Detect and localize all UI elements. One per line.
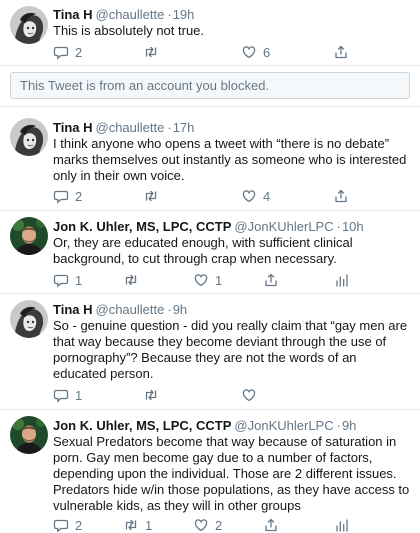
- share-icon: [263, 272, 279, 288]
- action-bar: 2 4: [53, 188, 353, 204]
- author-handle[interactable]: @chaullette: [96, 7, 165, 22]
- reply-count: 2: [75, 188, 83, 204]
- author-handle[interactable]: @JonKUhlerLPC: [234, 219, 333, 234]
- tweet-text: I think anyone who opens a tweet with “t…: [53, 136, 407, 183]
- like-icon: [193, 517, 209, 533]
- meta-separator: ·: [167, 7, 172, 22]
- divider: [0, 106, 420, 107]
- action-bar: 1 1: [53, 272, 353, 288]
- reply-count: 2: [75, 517, 83, 533]
- reply-icon: [53, 272, 69, 288]
- like-count: 2: [215, 517, 223, 533]
- like-icon: [241, 387, 257, 403]
- tweet-header: Jon K. Uhler, MS, LPC, CCTP @JonKUhlerLPC…: [53, 219, 364, 234]
- author-name[interactable]: Tina H: [53, 7, 93, 22]
- like-icon: [241, 188, 257, 204]
- share-button[interactable]: [263, 272, 279, 288]
- analytics-icon: [334, 517, 350, 533]
- reply-icon: [53, 188, 69, 204]
- meta-separator: ·: [167, 120, 172, 135]
- reply-button[interactable]: 1: [53, 272, 82, 288]
- blocked-tweet-notice[interactable]: This Tweet is from an account you blocke…: [10, 72, 410, 99]
- like-button[interactable]: 1: [193, 272, 222, 288]
- like-button[interactable]: [241, 387, 263, 403]
- retweet-icon: [143, 387, 159, 403]
- reply-count: 1: [75, 387, 83, 403]
- like-count: 1: [215, 272, 223, 288]
- retweet-button[interactable]: [123, 272, 145, 288]
- retweet-count: 1: [145, 517, 153, 533]
- author-handle[interactable]: @chaullette: [96, 302, 165, 317]
- divider: [0, 293, 420, 294]
- reply-icon: [53, 44, 69, 60]
- retweet-icon: [143, 188, 159, 204]
- avatar[interactable]: [10, 217, 48, 255]
- tweet-text: So - genuine question - did you really c…: [53, 318, 408, 381]
- divider: [0, 409, 420, 410]
- retweet-button[interactable]: [143, 188, 165, 204]
- share-button[interactable]: [333, 44, 349, 60]
- action-bar: 2 6: [53, 44, 353, 60]
- timestamp[interactable]: 17h: [173, 120, 195, 135]
- author-name[interactable]: Tina H: [53, 120, 93, 135]
- meta-separator: ·: [336, 418, 341, 433]
- like-button[interactable]: 4: [241, 188, 270, 204]
- avatar[interactable]: [10, 118, 48, 156]
- reply-icon: [53, 517, 69, 533]
- author-handle[interactable]: @chaullette: [96, 120, 165, 135]
- reply-icon: [53, 387, 69, 403]
- retweet-icon: [143, 44, 159, 60]
- retweet-icon: [123, 517, 139, 533]
- tweet-text: Sexual Predators become that way because…: [53, 434, 410, 513]
- meta-separator: ·: [336, 219, 341, 234]
- action-bar: 2 1 2: [53, 517, 353, 533]
- reply-button[interactable]: 2: [53, 517, 82, 533]
- reply-count: 1: [75, 272, 83, 288]
- tweet-header: Jon K. Uhler, MS, LPC, CCTP @JonKUhlerLPC…: [53, 418, 356, 433]
- reply-count: 2: [75, 44, 83, 60]
- author-name[interactable]: Jon K. Uhler, MS, LPC, CCTP: [53, 418, 231, 433]
- retweet-button[interactable]: [143, 387, 165, 403]
- share-button[interactable]: [263, 517, 279, 533]
- like-button[interactable]: 2: [193, 517, 222, 533]
- like-button[interactable]: 6: [241, 44, 270, 60]
- author-handle[interactable]: @JonKUhlerLPC: [234, 418, 333, 433]
- analytics-icon: [334, 272, 350, 288]
- reply-button[interactable]: 2: [53, 188, 82, 204]
- share-icon: [333, 188, 349, 204]
- tweet-header: Tina H @chaullette ·19h: [53, 7, 194, 22]
- like-icon: [241, 44, 257, 60]
- retweet-button[interactable]: 1: [123, 517, 152, 533]
- timestamp[interactable]: 19h: [173, 7, 195, 22]
- analytics-button[interactable]: [334, 272, 350, 288]
- share-button[interactable]: [333, 188, 349, 204]
- like-count: 6: [263, 44, 271, 60]
- like-count: 4: [263, 188, 271, 204]
- tweet-text: Or, they are educated enough, with suffi…: [53, 235, 353, 266]
- tweet-header: Tina H @chaullette ·9h: [53, 302, 187, 317]
- reply-button[interactable]: 2: [53, 44, 82, 60]
- author-name[interactable]: Jon K. Uhler, MS, LPC, CCTP: [53, 219, 231, 234]
- timestamp[interactable]: 10h: [342, 219, 364, 234]
- retweet-button[interactable]: [143, 44, 165, 60]
- like-icon: [193, 272, 209, 288]
- avatar[interactable]: [10, 6, 48, 44]
- avatar[interactable]: [10, 300, 48, 338]
- action-bar: 1: [53, 387, 353, 403]
- analytics-button[interactable]: [334, 517, 350, 533]
- reply-button[interactable]: 1: [53, 387, 82, 403]
- tweet-text: This is absolutely not true.: [53, 23, 205, 38]
- avatar[interactable]: [10, 416, 48, 454]
- divider: [0, 65, 420, 66]
- retweet-icon: [123, 272, 139, 288]
- share-icon: [263, 517, 279, 533]
- divider: [0, 210, 420, 211]
- meta-separator: ·: [167, 302, 172, 317]
- timestamp[interactable]: 9h: [342, 418, 356, 433]
- tweet-header: Tina H @chaullette ·17h: [53, 120, 194, 135]
- timestamp[interactable]: 9h: [173, 302, 187, 317]
- author-name[interactable]: Tina H: [53, 302, 93, 317]
- share-icon: [333, 44, 349, 60]
